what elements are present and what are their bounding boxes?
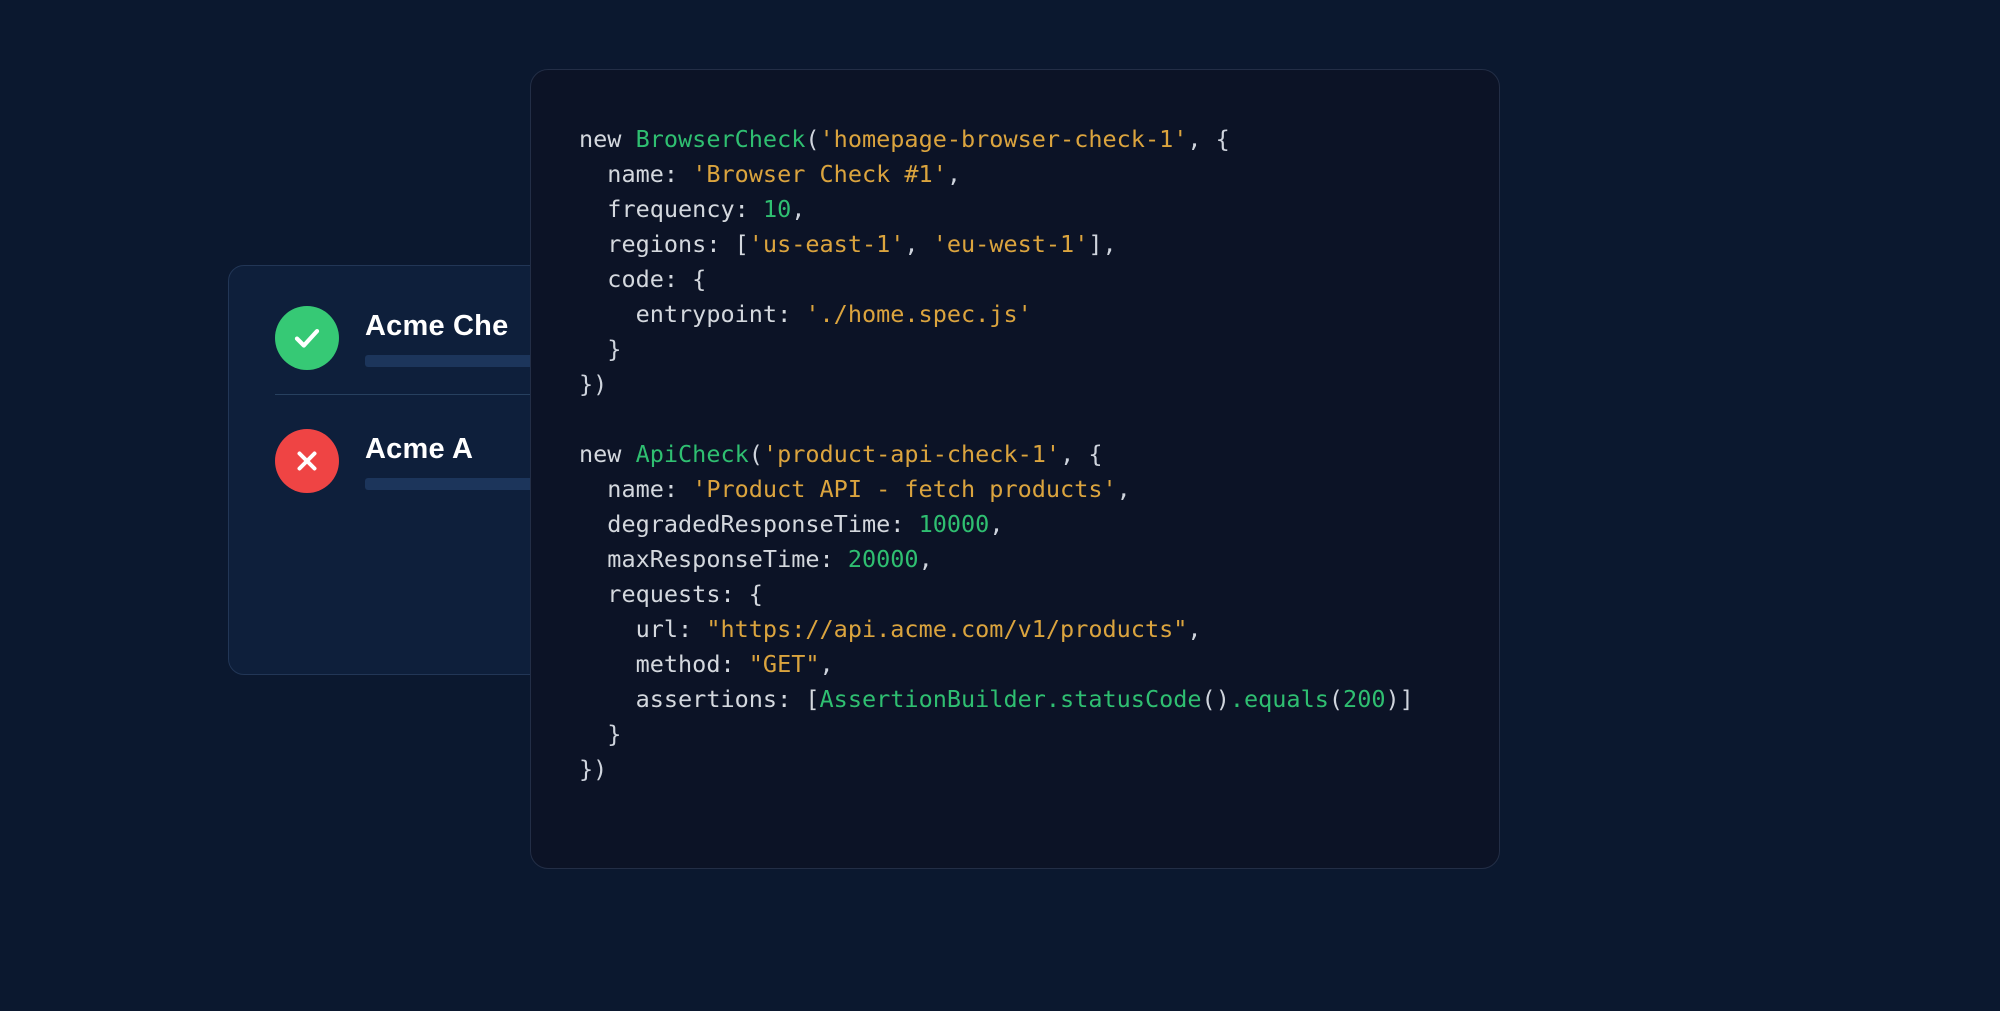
prop-max: maxResponseTime: bbox=[607, 545, 848, 573]
obj-close: }) bbox=[579, 370, 607, 398]
num-200: 200 bbox=[1343, 685, 1385, 713]
assert-close: )] bbox=[1386, 685, 1414, 713]
prop-name: name: bbox=[607, 160, 692, 188]
str-entry: './home.spec.js' bbox=[805, 300, 1031, 328]
str-api-name: 'Product API - fetch products' bbox=[692, 475, 1116, 503]
sep: , bbox=[904, 230, 932, 258]
prop-method: method: bbox=[636, 650, 749, 678]
str-bc-id: 'homepage-browser-check-1' bbox=[820, 125, 1188, 153]
prop-freq: frequency: bbox=[607, 195, 763, 223]
prop-regions: regions: [ bbox=[607, 230, 748, 258]
code-block: new BrowserCheck('homepage-browser-check… bbox=[579, 122, 1451, 787]
kw-new2: new bbox=[579, 440, 636, 468]
kw-new: new bbox=[579, 125, 636, 153]
check-success-icon bbox=[275, 306, 339, 370]
prop-code: code: { bbox=[607, 265, 706, 293]
assert-equals: .equals bbox=[1230, 685, 1329, 713]
str-api-id: 'product-api-check-1' bbox=[763, 440, 1060, 468]
str-method: "GET" bbox=[749, 650, 820, 678]
prop-assertions: assertions: [ bbox=[636, 685, 820, 713]
regions-close: ], bbox=[1088, 230, 1116, 258]
str-url: "https://api.acme.com/v1/products" bbox=[706, 615, 1187, 643]
code-card: new BrowserCheck('homepage-browser-check… bbox=[530, 69, 1500, 869]
brace-close2: } bbox=[607, 720, 621, 748]
num-degraded: 10000 bbox=[919, 510, 990, 538]
check-fail-icon bbox=[275, 429, 339, 493]
num-freq: 10 bbox=[763, 195, 791, 223]
obj-close2: }) bbox=[579, 755, 607, 783]
stage: Acme Che Acme A new BrowserCheck('homepa… bbox=[0, 0, 2000, 1011]
num-max: 20000 bbox=[848, 545, 919, 573]
str-region2: 'eu-west-1' bbox=[933, 230, 1089, 258]
str-region1: 'us-east-1' bbox=[749, 230, 905, 258]
check-title-1: Acme Che bbox=[365, 310, 545, 343]
prop-entry: entrypoint: bbox=[636, 300, 806, 328]
assert-status: .statusCode bbox=[1046, 685, 1202, 713]
check-progress-bar-1 bbox=[365, 355, 545, 367]
check-body: Acme Che bbox=[365, 310, 545, 367]
brace-close: } bbox=[607, 335, 621, 363]
class-browsercheck: BrowserCheck bbox=[636, 125, 806, 153]
str-bc-name: 'Browser Check #1' bbox=[692, 160, 947, 188]
class-apicheck: ApiCheck bbox=[636, 440, 749, 468]
prop-requests: requests: { bbox=[607, 580, 763, 608]
prop-name2: name: bbox=[607, 475, 692, 503]
prop-url: url: bbox=[636, 615, 707, 643]
assert-builder: AssertionBuilder bbox=[820, 685, 1046, 713]
prop-degraded: degradedResponseTime: bbox=[607, 510, 918, 538]
